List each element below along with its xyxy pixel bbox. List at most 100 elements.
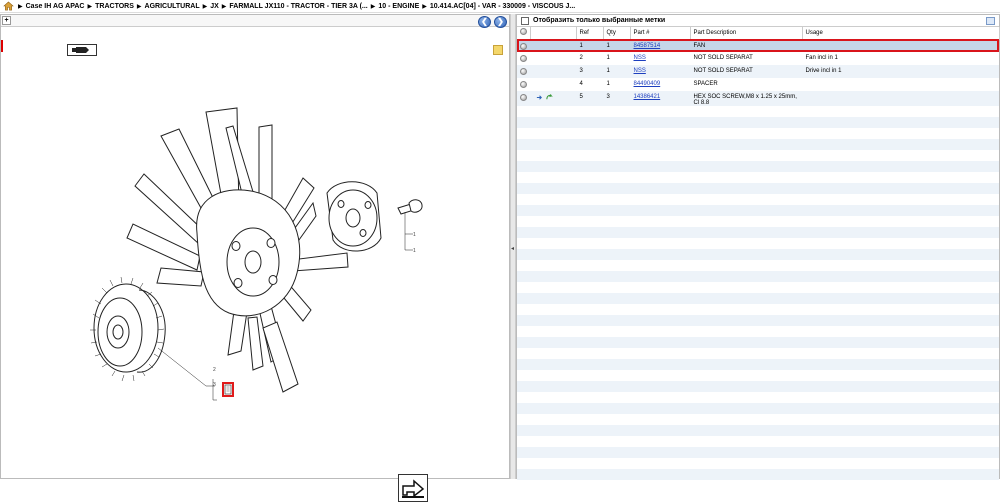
parts-diagram[interactable]: 1 1 2 3: [1, 28, 509, 502]
empty-row: [517, 469, 999, 480]
table-row[interactable]: 4 1 84490409 SPACER: [517, 78, 999, 91]
actions-header: [530, 27, 577, 40]
qty-cell: 1: [606, 81, 610, 87]
empty-row: [517, 304, 999, 315]
ref-cell: 4: [579, 81, 583, 87]
callout-label: 1: [413, 248, 416, 254]
diagram-panel: + ❮ ❯ 1 1 2 3: [0, 14, 510, 502]
row-select-icon[interactable]: [520, 42, 527, 50]
part-number-link[interactable]: NSS: [634, 68, 646, 74]
empty-row: [517, 337, 999, 348]
export-icon[interactable]: [398, 474, 428, 502]
breadcrumb-item-series[interactable]: JX: [210, 3, 219, 10]
usage-cell: [802, 91, 999, 106]
replacement-arrow-icon[interactable]: [546, 94, 553, 101]
callout-label: 3: [213, 382, 216, 388]
qty-cell: 1: [603, 65, 630, 78]
ref-header[interactable]: Ref: [576, 27, 604, 40]
ref-cell: 2: [579, 55, 583, 61]
empty-row: [517, 447, 999, 458]
part-number-link[interactable]: 84587514: [634, 43, 661, 49]
fan-callout-box[interactable]: [222, 382, 234, 397]
part-number-link[interactable]: 84490409: [634, 81, 661, 87]
home-icon[interactable]: [3, 1, 14, 11]
expand-button[interactable]: +: [2, 16, 11, 25]
empty-row: [517, 326, 999, 337]
forward-button[interactable]: ❯: [494, 16, 507, 28]
parts-table: Ref Qty Part # Part Description Usage 1 …: [517, 27, 1000, 106]
empty-row: [517, 106, 999, 117]
select-all-header[interactable]: [517, 27, 531, 40]
empty-row: [517, 260, 999, 271]
part-number-link[interactable]: NSS: [634, 55, 646, 61]
qty-cell: 3: [603, 91, 630, 106]
part-number-header[interactable]: Part #: [630, 27, 691, 40]
table-row[interactable]: 5 3 14386421 HEX SOC SCREW,M8 x 1.25 x 2…: [517, 91, 999, 106]
empty-row: [517, 227, 999, 238]
empty-row: [517, 139, 999, 150]
breadcrumb-arrow-icon: ▶: [136, 3, 142, 10]
empty-row: [517, 271, 999, 282]
part-description-header[interactable]: Part Description: [690, 27, 803, 40]
diagram-toolbar: + ❮ ❯: [1, 15, 509, 28]
breadcrumb-arrow-icon: ▶: [202, 3, 208, 10]
empty-row: [517, 425, 999, 436]
row-select-icon[interactable]: [520, 81, 527, 88]
breadcrumb-item-brand[interactable]: Case IH AG APAC: [26, 3, 85, 10]
empty-row: [517, 392, 999, 403]
collapse-arrow-icon[interactable]: ◂: [511, 244, 515, 254]
empty-row: [517, 458, 999, 469]
filter-checkbox[interactable]: [521, 16, 529, 25]
empty-row: [517, 359, 999, 370]
description-cell: NOT SOLD SEPARAT: [693, 55, 753, 61]
usage-cell: [802, 39, 999, 52]
ref-cell: 1: [576, 39, 603, 52]
empty-row: [517, 117, 999, 128]
breadcrumb-bar: ▶ Case IH AG APAC ▶ TRACTORS ▶ AGRICULTU…: [0, 0, 1000, 13]
breadcrumb-item-agricultural[interactable]: AGRICULTURAL: [145, 3, 200, 10]
table-row[interactable]: 3 1 NSS NOT SOLD SEPARAT Drive incl in 1: [517, 65, 999, 78]
parts-toolbar: Отобразить только выбранные метки: [517, 15, 999, 27]
link-arrow-icon[interactable]: [536, 94, 543, 101]
empty-row: [517, 194, 999, 205]
fan-drawing: 1 1 2 3: [90, 107, 423, 401]
empty-row: [517, 161, 999, 172]
empty-row: [517, 315, 999, 326]
back-button[interactable]: ❮: [478, 16, 491, 28]
select-all-icon[interactable]: [520, 28, 527, 36]
breadcrumb-arrow-icon: ▶: [370, 3, 376, 10]
ref-cell: 5: [576, 91, 603, 106]
empty-row: [517, 128, 999, 139]
breadcrumb-arrow-icon: ▶: [18, 3, 23, 10]
qty-header[interactable]: Qty: [603, 27, 631, 40]
empty-row: [517, 414, 999, 425]
part-number-link[interactable]: 14386421: [634, 94, 661, 100]
empty-row: [517, 205, 999, 216]
row-select-icon[interactable]: [520, 94, 527, 101]
empty-row: [517, 249, 999, 260]
callout-label: 2: [213, 367, 216, 373]
row-select-icon[interactable]: [520, 55, 527, 62]
breadcrumb-item-tractors[interactable]: TRACTORS: [95, 3, 134, 10]
usage-header[interactable]: Usage: [802, 27, 1000, 40]
table-row[interactable]: 2 1 NSS NOT SOLD SEPARAT Fan incl in 1: [517, 52, 999, 65]
row-select-icon[interactable]: [520, 68, 527, 75]
qty-cell: 1: [603, 39, 630, 52]
description-cell: SPACER: [693, 81, 718, 87]
breadcrumb-arrow-icon: ▶: [87, 3, 93, 10]
table-row[interactable]: 1 1 84587514 FAN: [517, 39, 999, 52]
empty-row: [517, 348, 999, 359]
breadcrumb-item-section[interactable]: 10 - ENGINE: [378, 3, 419, 10]
table-view-icon[interactable]: [986, 17, 995, 25]
breadcrumb-item-page[interactable]: 10.414.AC[04] - VAR - 330009 - VISCOUS J…: [430, 3, 575, 10]
empty-row: [517, 370, 999, 381]
description-cell: HEX SOC SCREW,M8 x 1.25 x 25mm, Cl 8.8: [690, 91, 802, 106]
empty-row: [517, 183, 999, 194]
callout-label: 1: [413, 232, 416, 238]
empty-row: [517, 238, 999, 249]
qty-cell: 1: [606, 55, 610, 61]
empty-row: [517, 216, 999, 227]
usage-cell: Fan incl in 1: [805, 55, 838, 61]
ref-cell: 3: [576, 65, 603, 78]
breadcrumb-item-model[interactable]: FARMALL JX110 - TRACTOR - TIER 3A (...: [229, 3, 367, 10]
